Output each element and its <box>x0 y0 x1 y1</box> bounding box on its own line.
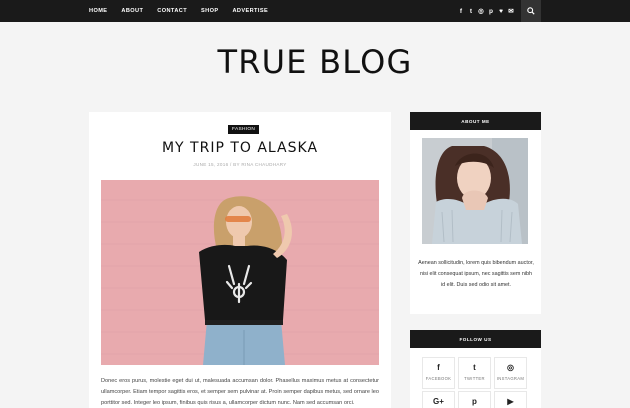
top-navigation-bar: HOME ABOUT CONTACT SHOP ADVERTISE f t ◎ … <box>0 0 630 22</box>
blog-logo[interactable]: TRUE BLOG <box>0 43 630 81</box>
nav-contact-link[interactable]: CONTACT <box>157 8 187 14</box>
follow-google-plus-button[interactable]: G+ <box>422 391 455 408</box>
main-menu: HOME ABOUT CONTACT SHOP ADVERTISE <box>89 0 282 22</box>
post-featured-image[interactable] <box>101 180 379 365</box>
instagram-icon[interactable]: ◎ <box>476 7 486 15</box>
nav-shop-link[interactable]: SHOP <box>201 8 218 14</box>
author-photo <box>422 138 528 244</box>
follow-facebook-label: FACEBOOK <box>425 376 452 381</box>
social-links: f t ◎ p ♥ ✉ <box>456 0 516 22</box>
nav-advertise-link[interactable]: ADVERTISE <box>232 8 268 14</box>
follow-instagram-label: INSTAGRAM <box>496 376 525 381</box>
instagram-icon: ◎ <box>507 363 514 372</box>
nav-about-link[interactable]: ABOUT <box>121 8 143 14</box>
about-me-text: Aenean sollicitudin, lorem quis bibendum… <box>418 260 534 288</box>
nav-home-link[interactable]: HOME <box>89 8 107 14</box>
facebook-icon[interactable]: f <box>456 8 466 15</box>
twitter-icon[interactable]: t <box>466 8 476 15</box>
about-me-heading: ABOUT ME <box>410 112 541 130</box>
post-meta: JUNE 15, 2016 / BY RINA CHAUDHARY <box>193 162 287 167</box>
youtube-icon: ▶ <box>507 397 514 406</box>
author-portrait-image <box>422 138 528 244</box>
facebook-icon: f <box>437 363 440 372</box>
search-icon <box>527 7 535 15</box>
pinterest-icon: p <box>472 397 477 406</box>
follow-facebook-button[interactable]: f FACEBOOK <box>422 357 455 389</box>
follow-us-heading: FOLLOW US <box>410 330 541 348</box>
follow-twitter-label: TWITTER <box>464 376 485 381</box>
follow-youtube-button[interactable]: ▶ <box>494 391 527 408</box>
twitter-icon: t <box>473 363 476 372</box>
post-excerpt: Donec eros purus, molestie eget dui ut, … <box>101 378 379 406</box>
post-category-badge[interactable]: FASHION <box>228 125 260 134</box>
search-button[interactable] <box>521 0 541 22</box>
follow-pinterest-button[interactable]: p <box>458 391 491 408</box>
woman-pink-wall-photo <box>101 180 379 365</box>
pinterest-icon[interactable]: p <box>486 8 496 15</box>
mail-icon[interactable]: ✉ <box>506 7 516 15</box>
google-plus-icon: G+ <box>433 397 444 406</box>
heart-icon[interactable]: ♥ <box>496 8 506 15</box>
follow-instagram-button[interactable]: ◎ INSTAGRAM <box>494 357 527 389</box>
post-title[interactable]: MY TRIP TO ALASKA <box>89 140 391 156</box>
follow-twitter-button[interactable]: t TWITTER <box>458 357 491 389</box>
